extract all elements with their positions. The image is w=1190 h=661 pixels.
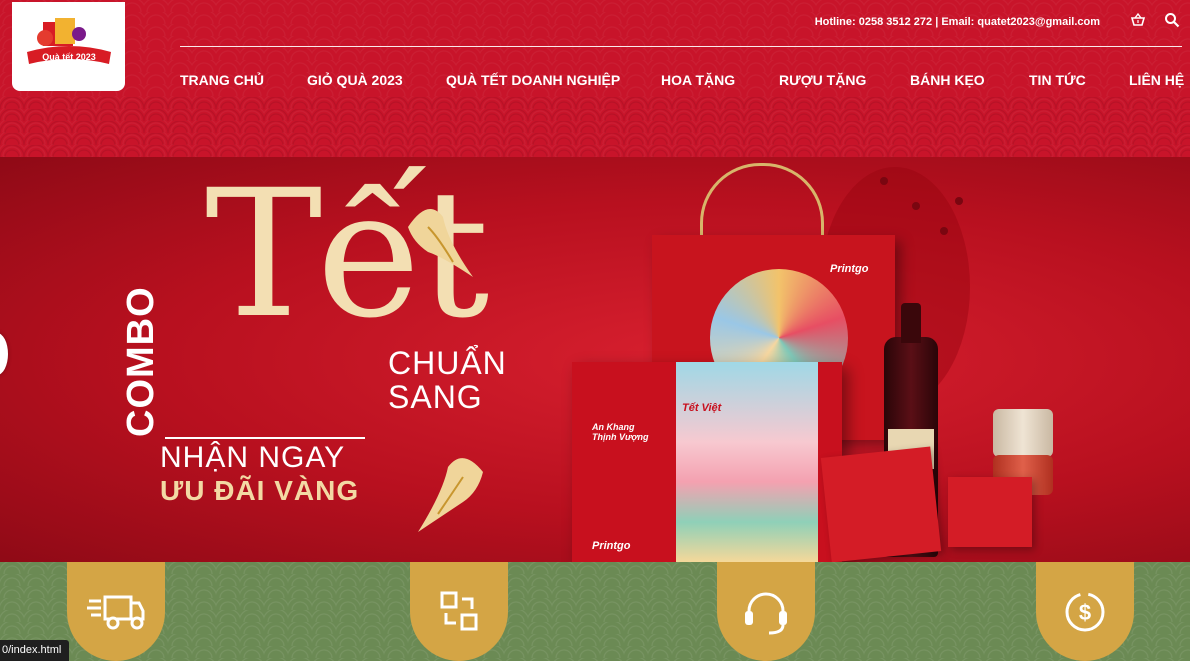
search-icon[interactable] [1164,12,1180,28]
logo-graphic: Quà tết 2023 [26,17,111,64]
nav-item-corporate-gifts[interactable]: QUÀ TẾT DOANH NGHIỆP [446,70,661,90]
exchange-icon [440,591,478,630]
site-logo[interactable]: Quà tết 2023 [12,2,125,91]
feature-support[interactable] [717,562,815,661]
banner-sang-text: SANG [388,379,483,415]
banner-divider [165,437,365,439]
nav-item-flowers[interactable]: HOA TẶNG [661,70,779,90]
banner-combo-text: COMBO [120,286,162,437]
banner-nhan-ngay-text: NHẬN NGAY [160,441,346,474]
feature-delivery[interactable] [67,562,165,661]
feature-refund[interactable]: $ [1036,562,1134,661]
slider-prev-button[interactable] [0,333,8,375]
blossom-decor [912,202,920,210]
bag-brand: Printgo [830,263,869,275]
browser-status-bar: 0/index.html [0,640,70,661]
delivery-truck-icon [87,595,145,629]
banner-uu-dai-text: ƯU ĐÃI VÀNG [160,475,360,506]
nav-item-news[interactable]: TIN TỨC [1029,70,1129,90]
nav-item-contact[interactable]: LIÊN HỆ [1129,70,1189,90]
hero-banner[interactable]: COMBO Tết CHUẨN SANG NHẬN NGAY ƯU ĐÃI VÀ… [0,157,1190,562]
blossom-decor [955,197,963,205]
site-header: Quà tết 2023 Hotline: 0258 3512 272 | Em… [0,0,1190,157]
banner-chuan-text: CHUẨN [388,345,507,381]
gift-box-art: Tết Việt [676,362,818,562]
blossom-decor [940,227,948,235]
basket-icon[interactable] [1130,12,1146,28]
box-title: Tết Việt [682,402,722,414]
nav-item-gift-basket[interactable]: GIỎ QUÀ 2023 [307,70,446,90]
jar-image [993,409,1053,457]
red-envelope-image [948,477,1032,547]
money-refund-icon: $ [1065,592,1105,631]
blossom-decor [880,177,888,185]
header-divider [180,46,1182,47]
box-subtitle: An Khang Thịnh Vượng [592,422,649,442]
feature-exchange[interactable] [410,562,508,661]
features-strip: $ [0,562,1190,661]
bird-icon [418,458,483,532]
contact-info: Hotline: 0258 3512 272 | Email: quatet20… [814,16,1100,28]
main-nav: TRANG CHỦ GIỎ QUÀ 2023 QUÀ TẾT DOANH NGH… [180,70,1189,90]
nav-item-confectionery[interactable]: BÁNH KẸO [910,70,1029,90]
logo-text: Quà tết 2023 [42,52,96,62]
headset-support-icon [745,592,787,634]
bird-icon [408,209,473,277]
red-envelope-image [820,446,942,562]
svg-text:$: $ [1079,600,1091,625]
nav-item-wine[interactable]: RƯỢU TẶNG [779,70,910,90]
box-brand: Printgo [592,540,631,552]
nav-item-home[interactable]: TRANG CHỦ [180,70,307,90]
